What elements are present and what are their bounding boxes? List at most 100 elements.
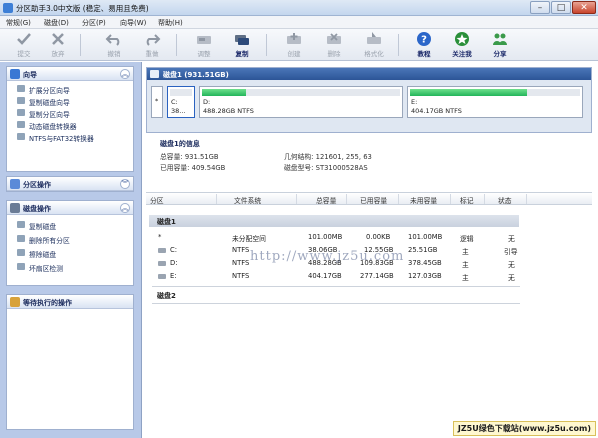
disk-group-name: 磁盘2: [157, 292, 176, 300]
partition-tile-d[interactable]: D: 488.28GB NTFS: [199, 86, 403, 118]
expand-chevron-icon[interactable]: ︾: [120, 179, 130, 189]
sidebar-item-extend-wizard[interactable]: 扩展分区向导: [7, 83, 133, 95]
cell-flag: 主: [462, 248, 469, 256]
cell-partition: D:: [170, 259, 178, 267]
cell-filesystem: NTFS: [232, 246, 250, 254]
pending-ops-panel: 等待执行的操作: [6, 294, 134, 430]
sidebar-item-wipe-disk[interactable]: 擦除磁盘: [7, 247, 133, 261]
tile-letter: *: [155, 97, 159, 105]
pending-ops-header[interactable]: 等待执行的操作: [7, 295, 133, 309]
sidebar-item-bad-sector-check[interactable]: 坏扇区检测: [7, 261, 133, 275]
delete-button[interactable]: 删除: [316, 31, 352, 59]
table-row[interactable]: E: NTFS 404.17GB 277.14GB 127.03GB 主 无: [146, 270, 592, 283]
disk-ops-header[interactable]: 磁盘操作 ︽: [7, 201, 133, 215]
tile-size: 488.28GB NTFS: [203, 107, 254, 115]
disk-map-title: 磁盘1 (931.51GB): [163, 71, 229, 79]
format-button[interactable]: 格式化: [356, 31, 392, 59]
close-button[interactable]: ✕: [572, 1, 596, 14]
copy-label: 复制: [235, 50, 249, 58]
cell-total: 404.17GB: [308, 272, 342, 280]
menu-wizard[interactable]: 向导(W): [120, 18, 146, 28]
disk-icon: [150, 70, 159, 78]
partition-icon: [10, 179, 20, 189]
toolbar-separator: [80, 34, 81, 56]
partition-ops-title: 分区操作: [23, 181, 51, 189]
sidebar-item-delete-all-partitions[interactable]: 删除所有分区: [7, 233, 133, 247]
tile-size: 404.17GB NTFS: [411, 107, 462, 115]
partition-ops-header[interactable]: 分区操作 ︾: [7, 177, 133, 191]
collapse-chevron-icon[interactable]: ︽: [120, 69, 130, 79]
sidebar-item-copy-partition-wizard[interactable]: 复制分区向导: [7, 107, 133, 119]
column-status[interactable]: 状态: [498, 195, 512, 205]
disk-icon: [17, 249, 25, 256]
title-bar: 分区助手3.0中文版 (稳定、易用且免费) – □ ✕: [0, 0, 598, 16]
disk-group-row[interactable]: 磁盘1: [149, 215, 519, 227]
toolbar-separator: [266, 34, 267, 56]
partition-tile-unallocated[interactable]: *: [151, 86, 163, 118]
disk-icon: [17, 133, 25, 140]
minimize-button[interactable]: –: [530, 1, 550, 14]
discard-button[interactable]: 放弃: [40, 31, 76, 59]
disk-icon: [17, 263, 25, 270]
column-flag[interactable]: 标记: [460, 195, 474, 205]
apply-button[interactable]: 提交: [6, 31, 42, 59]
share-button[interactable]: 分享: [482, 31, 518, 59]
sidebar-item-copy-disk-wizard[interactable]: 复制磁盘向导: [7, 95, 133, 107]
redo-button[interactable]: 重做: [134, 31, 170, 59]
tile-letter: C:: [171, 98, 178, 106]
cell-flag: 主: [462, 261, 469, 269]
toolbar: 提交 放弃 撤销 重做 调整 复制 创建 删除 格式化 ? 教程 关注我 分享: [0, 29, 598, 61]
sidebar-item-copy-disk[interactable]: 复制磁盘: [7, 219, 133, 233]
svg-text:?: ?: [421, 35, 427, 46]
tile-letter: D:: [203, 98, 211, 106]
column-filesystem[interactable]: 文件系统: [234, 195, 261, 205]
collapse-chevron-icon[interactable]: ︽: [120, 203, 130, 213]
menu-general[interactable]: 常规(G): [6, 18, 31, 28]
cell-free: 378.45GB: [408, 259, 442, 267]
menu-help[interactable]: 帮助(H): [158, 18, 183, 28]
disk-icon: [17, 109, 25, 116]
usage-track: [170, 89, 192, 96]
column-used[interactable]: 已用容量: [360, 195, 387, 205]
cell-filesystem: NTFS: [232, 259, 250, 267]
column-free[interactable]: 未用容量: [410, 195, 437, 205]
drive-icon: [158, 261, 166, 266]
menu-disk[interactable]: 磁盘(D): [44, 18, 69, 28]
wizard-panel-header[interactable]: 向导 ︽: [7, 67, 133, 81]
help-question-icon: ?: [417, 32, 431, 46]
tutorial-button[interactable]: ? 教程: [406, 31, 442, 59]
cell-status: 无: [508, 235, 515, 243]
sidebar-item-dynamic-disk-converter[interactable]: 动态磁盘转换器: [7, 119, 133, 131]
cell-flag: 逻辑: [460, 235, 474, 243]
disk-icon: [17, 97, 25, 104]
discard-label: 放弃: [51, 50, 65, 58]
sidebar-item-label: NTFS与FAT32转换器: [29, 135, 94, 143]
resize-button[interactable]: 调整: [186, 31, 222, 59]
column-partition[interactable]: 分区: [150, 195, 164, 205]
sidebar-item-label: 复制磁盘: [29, 223, 57, 231]
disk-group-row[interactable]: 磁盘2: [149, 289, 519, 301]
copy-button[interactable]: 复制: [224, 31, 260, 59]
cell-status: 引导: [504, 248, 518, 256]
create-partition-icon: [287, 33, 301, 44]
create-button[interactable]: 创建: [276, 31, 312, 59]
cell-used: 277.14GB: [360, 272, 394, 280]
redo-icon: [146, 34, 161, 46]
column-total[interactable]: 总容量: [316, 195, 336, 205]
tile-letter: E:: [411, 98, 418, 106]
partition-tile-c[interactable]: C: 38...: [167, 86, 195, 118]
sidebar-item-ntfs-fat32-converter[interactable]: NTFS与FAT32转换器: [7, 131, 133, 143]
check-icon: [17, 33, 31, 45]
sidebar: 向导 ︽ 扩展分区向导 复制磁盘向导 复制分区向导 动态磁盘转换器 NTFS与F…: [0, 62, 142, 438]
menu-partition[interactable]: 分区(P): [82, 18, 106, 28]
toolbar-separator: [398, 34, 399, 56]
undo-button[interactable]: 撤销: [96, 31, 132, 59]
cell-free: 101.00MB: [408, 233, 443, 241]
partition-tile-e[interactable]: E: 404.17GB NTFS: [407, 86, 583, 118]
follow-button[interactable]: 关注我: [444, 31, 480, 59]
maximize-button[interactable]: □: [551, 1, 571, 14]
table-row[interactable]: * 未分配空间 101.00MB 0.00KB 101.00MB 逻辑 无: [146, 231, 592, 244]
tile-size: 38...: [171, 107, 186, 115]
create-label: 创建: [287, 50, 301, 58]
disk-map[interactable]: 磁盘1 (931.51GB) * C: 38... D: 488.28GB NT…: [146, 67, 592, 133]
